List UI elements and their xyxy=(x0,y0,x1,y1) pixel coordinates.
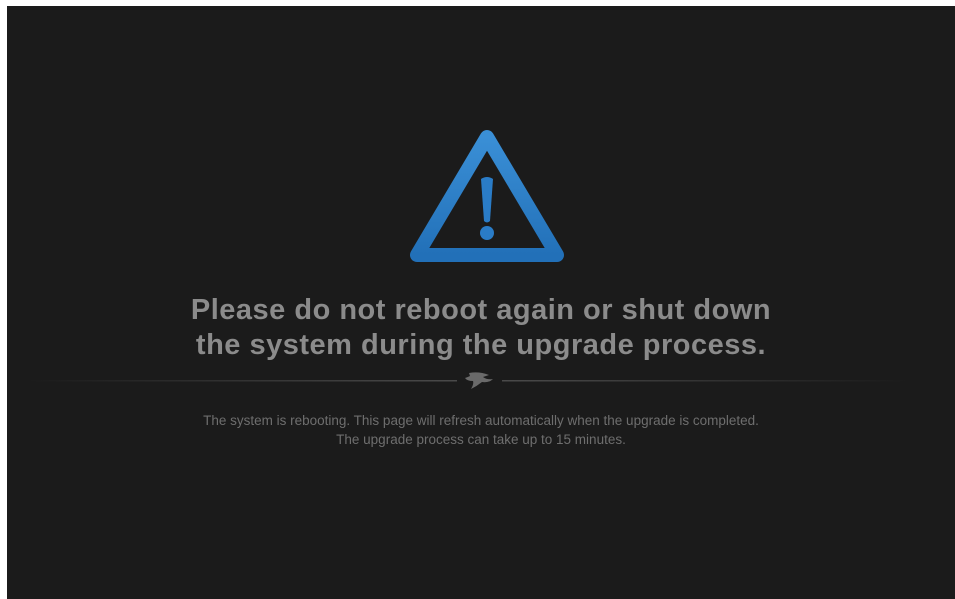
upgrade-screen: Please do not reboot again or shut down … xyxy=(7,6,955,599)
message-line-2: The upgrade process can take up to 15 mi… xyxy=(336,432,626,447)
divider xyxy=(27,372,907,389)
message-line-1: The system is rebooting. This page will … xyxy=(203,413,759,428)
warning-triangle-icon xyxy=(410,130,564,262)
headline-line-2: the system during the upgrade process. xyxy=(195,329,767,361)
headline-line-1: Please do not reboot again or shut down xyxy=(190,294,772,326)
upgrade-warning-headline: Please do not reboot again or shut down … xyxy=(7,293,955,363)
upgrade-status-message: The system is rebooting. This page will … xyxy=(7,411,955,449)
shark-logo-icon xyxy=(465,372,493,389)
